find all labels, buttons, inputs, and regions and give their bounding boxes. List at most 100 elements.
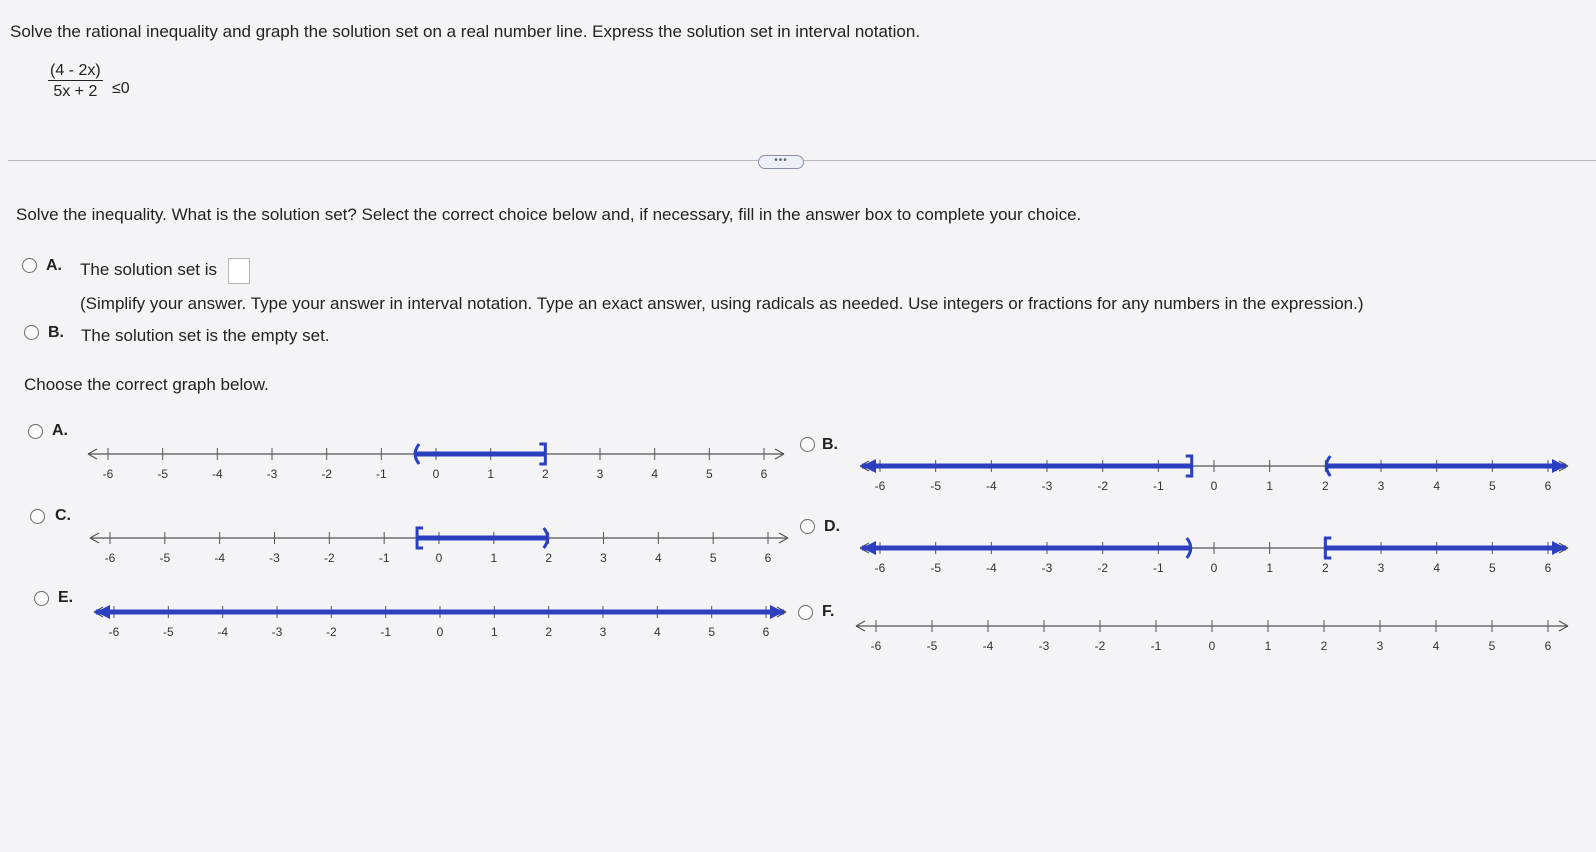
tick-label: -3: [272, 625, 283, 639]
tick-label: 0: [1209, 639, 1216, 653]
graph-b-radio[interactable]: [800, 437, 815, 452]
tick-label: 1: [1266, 479, 1273, 493]
tick-label: 6: [1545, 561, 1552, 575]
tick-label: -1: [1153, 561, 1164, 575]
graph-c-letter: C.: [55, 507, 71, 524]
tick-label: -6: [103, 467, 114, 481]
tick-label: -5: [163, 625, 174, 639]
tick-label: 5: [708, 625, 715, 639]
more-options-button[interactable]: •••: [758, 155, 804, 169]
graph-a-radio[interactable]: [28, 424, 43, 439]
tick-label: 4: [655, 551, 662, 565]
number-line-graph-b: -6 -5 -4 -3 -2 -1 0 1 2 3 4 5 6: [859, 454, 1569, 493]
choice-a-hint: (Simplify your answer. Type your answer …: [80, 294, 1364, 313]
tick-label: 4: [654, 625, 661, 639]
tick-label: -2: [1095, 639, 1106, 653]
tick-label: 2: [542, 467, 549, 481]
tick-label: -4: [214, 551, 225, 565]
tick-label: 0: [437, 625, 444, 639]
tick-label: -5: [930, 479, 941, 493]
part1-instruction: Solve the inequality. What is the soluti…: [16, 205, 1082, 224]
tick-label: -3: [267, 467, 278, 481]
graph-b-letter: B.: [822, 436, 838, 453]
tick-label: -6: [105, 551, 116, 565]
tick-label: 1: [487, 467, 494, 481]
tick-label: 4: [1433, 561, 1440, 575]
tick-label: 5: [706, 467, 713, 481]
tick-label: -6: [871, 639, 882, 653]
tick-label: -3: [1042, 561, 1053, 575]
graph-c-radio[interactable]: [30, 509, 45, 524]
tick-label: -1: [379, 551, 390, 565]
tick-label: -5: [157, 467, 168, 481]
inequality-fraction: (4 - 2x) 5x + 2: [48, 62, 103, 101]
graph-e-radio[interactable]: [34, 591, 49, 606]
choice-a-radio[interactable]: [22, 258, 37, 273]
tick-label: -5: [159, 551, 170, 565]
tick-label: 3: [597, 467, 604, 481]
tick-label: 0: [433, 467, 440, 481]
graph-f-radio[interactable]: [798, 605, 813, 620]
tick-label: 2: [545, 625, 552, 639]
tick-label: 3: [1378, 479, 1385, 493]
graph-d-radio[interactable]: [800, 519, 815, 534]
choice-b-radio[interactable]: [24, 325, 39, 340]
tick-label: -5: [930, 561, 941, 575]
fraction-denominator: 5x + 2: [53, 83, 98, 100]
tick-label: 6: [1545, 479, 1552, 493]
tick-label: 4: [651, 467, 658, 481]
tick-label: 3: [1377, 639, 1384, 653]
tick-label: -1: [1153, 479, 1164, 493]
number-line-graph-e: -6 -5 -4 -3 -2 -1 0 1 2 3 4 5 6: [93, 605, 787, 639]
tick-label: -1: [376, 467, 387, 481]
inequality-relation: ≤0: [112, 80, 130, 97]
tick-label: 1: [490, 551, 497, 565]
tick-label: 2: [1322, 561, 1329, 575]
tick-label: 6: [761, 467, 768, 481]
tick-label: 6: [763, 625, 770, 639]
tick-label: 6: [1545, 639, 1552, 653]
fraction-numerator: (4 - 2x): [48, 62, 103, 81]
choice-a-letter: A.: [46, 257, 62, 274]
tick-label: -1: [380, 625, 391, 639]
tick-label: 0: [436, 551, 443, 565]
tick-label: -4: [986, 479, 997, 493]
number-line-graph-d: -6 -5 -4 -3 -2 -1 0 1 2 3 4 5 6: [859, 536, 1569, 575]
tick-label: -3: [1042, 479, 1053, 493]
tick-label: -1: [1151, 639, 1162, 653]
tick-label: 5: [1489, 479, 1496, 493]
graph-d-letter: D.: [824, 518, 840, 535]
question-prompt: Solve the rational inequality and graph …: [10, 22, 921, 41]
tick-label: 3: [1378, 561, 1385, 575]
tick-label: 4: [1433, 639, 1440, 653]
answer-input-box[interactable]: [228, 258, 250, 284]
tick-label: 3: [600, 551, 607, 565]
tick-label: -2: [324, 551, 335, 565]
number-line-graph-a: -6 -5 -4 -3 -2 -1 0 1 2 3 4 5 6: [87, 442, 785, 481]
tick-label: -4: [986, 561, 997, 575]
tick-label: -4: [217, 625, 228, 639]
part2-instruction: Choose the correct graph below.: [24, 375, 269, 394]
choice-b-text: The solution set is the empty set.: [81, 326, 330, 345]
tick-label: 5: [1489, 561, 1496, 575]
choice-a-text: The solution set is: [80, 260, 218, 279]
tick-label: 0: [1211, 561, 1218, 575]
tick-label: 4: [1433, 479, 1440, 493]
tick-label: 2: [545, 551, 552, 565]
choice-b-letter: B.: [48, 324, 64, 341]
tick-label: 5: [1489, 639, 1496, 653]
tick-label: -2: [1097, 479, 1108, 493]
tick-label: 3: [600, 625, 607, 639]
tick-label: -4: [212, 467, 223, 481]
tick-label: -3: [269, 551, 280, 565]
tick-label: -6: [875, 561, 886, 575]
tick-label: -6: [875, 479, 886, 493]
number-line-graph-f: -6 -5 -4 -3 -2 -1 0 1 2 3 4 5 6: [855, 620, 1569, 653]
graph-f-letter: F.: [822, 603, 835, 620]
graph-e-letter: E.: [58, 589, 74, 606]
tick-label: -2: [1097, 561, 1108, 575]
tick-label: -5: [927, 639, 938, 653]
tick-label: -2: [321, 467, 332, 481]
tick-label: 2: [1321, 639, 1328, 653]
tick-label: -6: [109, 625, 120, 639]
